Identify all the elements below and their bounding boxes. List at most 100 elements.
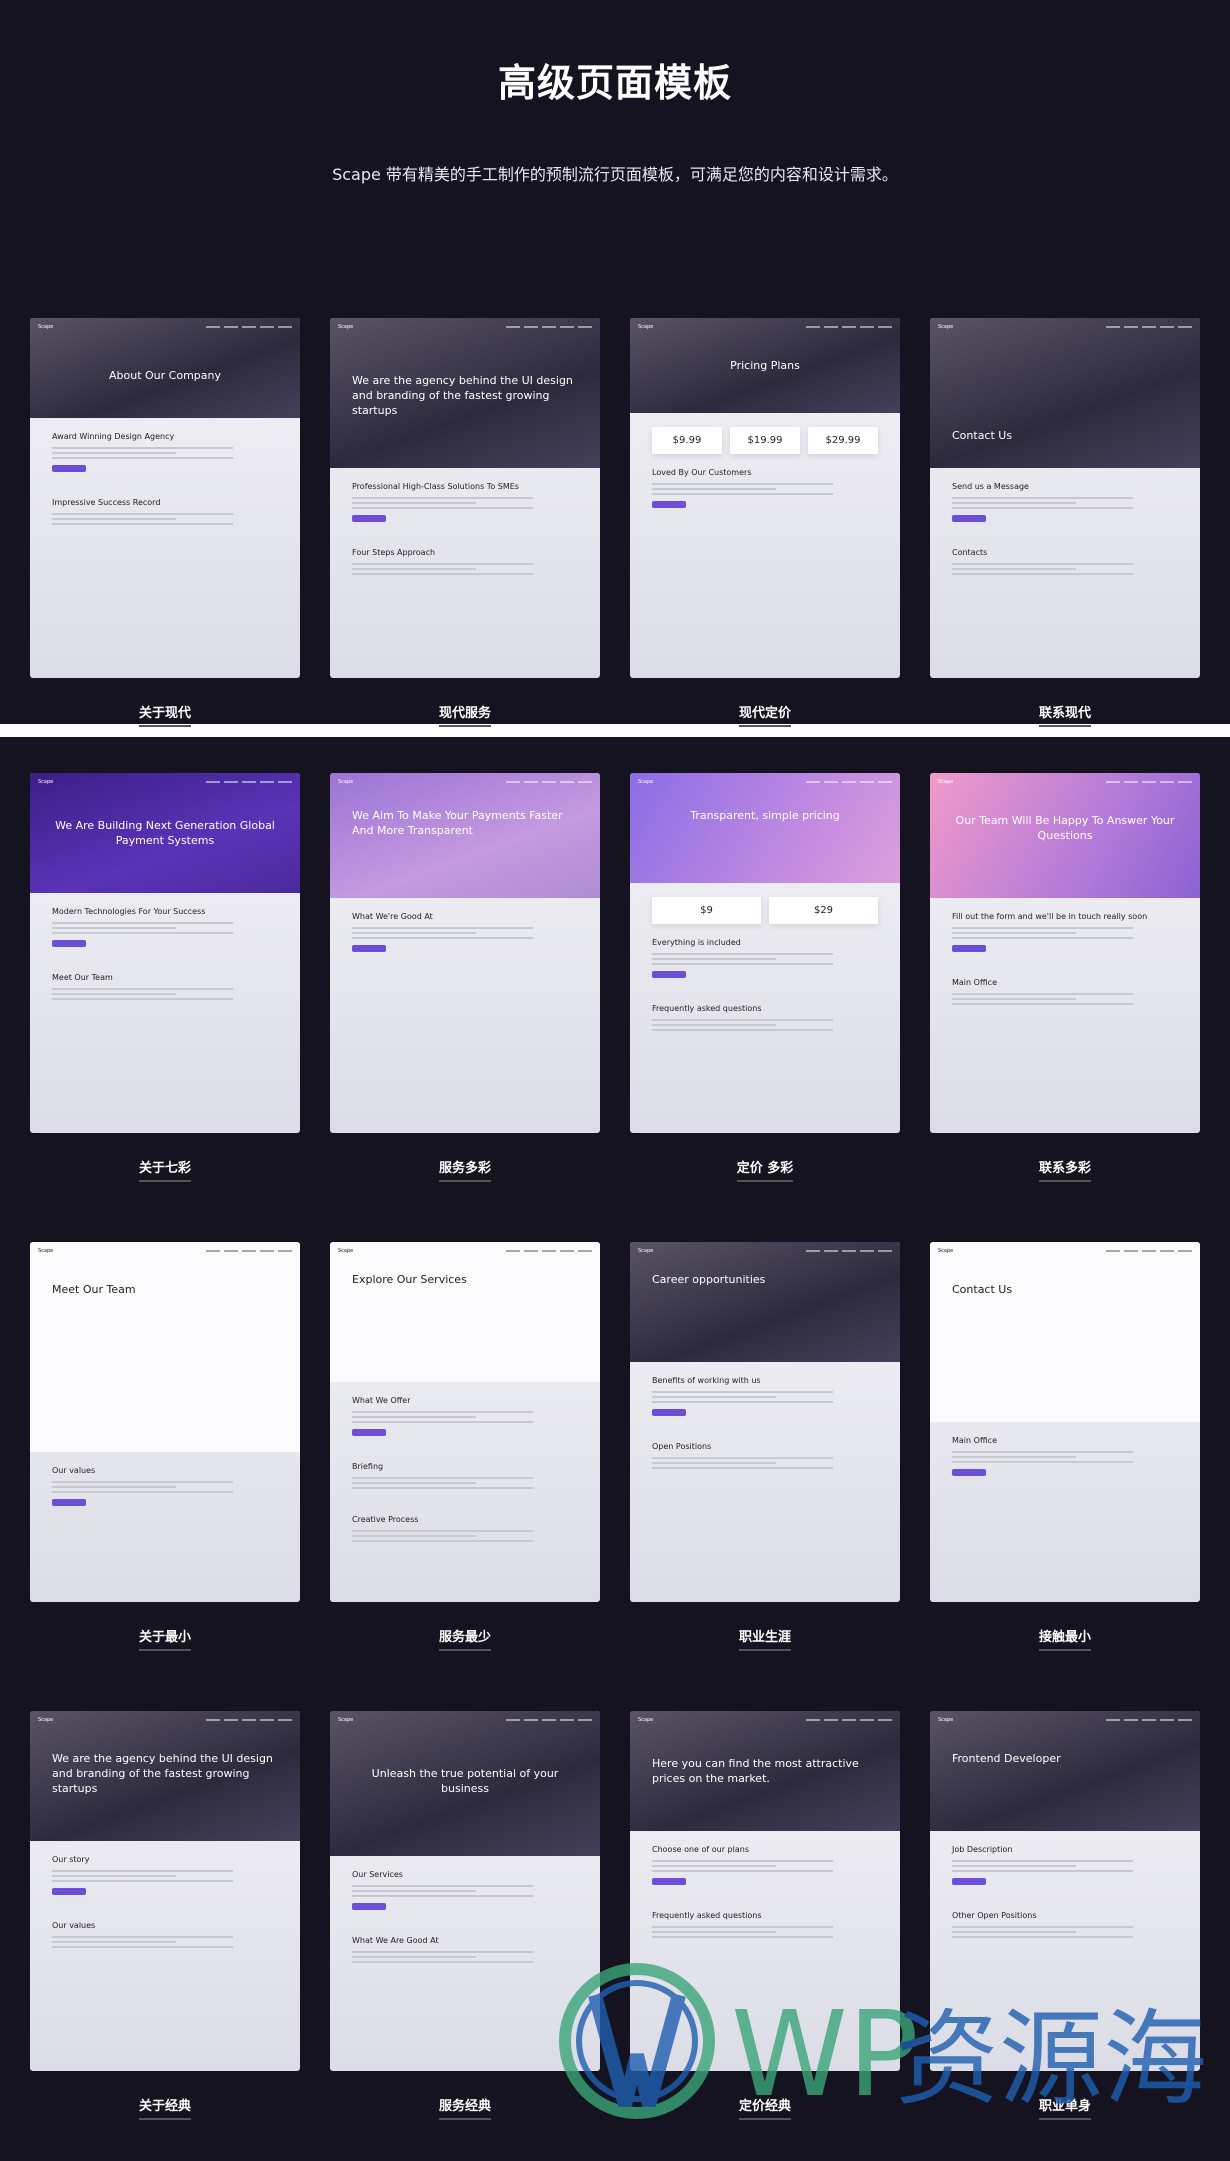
template-label-text[interactable]: 现代定价 xyxy=(738,702,791,727)
template-label[interactable]: 服务多彩 xyxy=(330,1157,600,1182)
nav-item xyxy=(1178,326,1192,328)
template-label[interactable]: 定价 多彩 xyxy=(630,1157,900,1182)
nav-item xyxy=(806,1719,820,1721)
thumbnail-hero: Scape We Are Building Next Generation Gl… xyxy=(30,773,300,893)
nav-item xyxy=(206,781,220,783)
template-label-text[interactable]: 职业单身 xyxy=(1038,2095,1091,2120)
section-heading: Impressive Success Record xyxy=(52,498,161,507)
template-label-text[interactable]: 关于七彩 xyxy=(138,1157,191,1182)
template-thumbnail[interactable]: Scape Explore Our Services What We Offer… xyxy=(330,1242,600,1602)
nav-item xyxy=(242,1719,256,1721)
section-heading: What We Are Good At xyxy=(352,1936,439,1945)
template-label-text[interactable]: 接触最小 xyxy=(1038,1626,1091,1651)
template-label[interactable]: 服务最少 xyxy=(330,1626,600,1651)
template-label[interactable]: 职业单身 xyxy=(930,2095,1200,2120)
thumbnail-logo: Scape xyxy=(938,779,954,785)
section-heading: Professional High-Class Solutions To SME… xyxy=(352,482,519,491)
template-label[interactable]: 现代服务 xyxy=(330,702,600,727)
template-label-text[interactable]: 定价 多彩 xyxy=(736,1157,794,1182)
thumbnail-headline: We Aim To Make Your Payments Faster And … xyxy=(352,809,563,837)
thumbnail-headline: Transparent, simple pricing xyxy=(690,809,840,822)
thumbnail-logo: Scape xyxy=(938,1717,954,1723)
thumbnail-body: $9.99 $19.99 $29.99 Loved By Our Customers xyxy=(630,413,900,678)
thumbnail-section: Open Positions xyxy=(652,1442,878,1469)
template-label-text[interactable]: 联系现代 xyxy=(1038,702,1091,727)
nav-item xyxy=(206,1719,220,1721)
thumbnail-hero: Scape We are the agency behind the UI de… xyxy=(330,318,600,468)
template-label[interactable]: 关于七彩 xyxy=(30,1157,300,1182)
template-label-text[interactable]: 服务经典 xyxy=(438,2095,491,2120)
thumbnail-section: Our Services xyxy=(352,1870,578,1910)
template-thumbnail[interactable]: Scape We Aim To Make Your Payments Faste… xyxy=(330,773,600,1133)
template-label[interactable]: 关于经典 xyxy=(30,2095,300,2120)
thumbnail-headline: We are the agency behind the UI design a… xyxy=(52,1752,273,1795)
thumbnail-section: Modern Technologies For Your Success xyxy=(52,907,278,947)
template-thumbnail[interactable]: Scape We are the agency behind the UI de… xyxy=(330,318,600,678)
template-thumbnail[interactable]: Scape Career opportunities Benefits of w… xyxy=(630,1242,900,1602)
template-label[interactable]: 定价经典 xyxy=(630,2095,900,2120)
thumbnail-section: Briefing xyxy=(352,1462,578,1489)
template-label[interactable]: 联系多彩 xyxy=(930,1157,1200,1182)
thumbnail-section: What We're Good At xyxy=(352,912,578,952)
template-label[interactable]: 现代定价 xyxy=(630,702,900,727)
template-label-text[interactable]: 服务多彩 xyxy=(438,1157,491,1182)
template-thumbnail[interactable]: Scape Unleash the true potential of your… xyxy=(330,1711,600,2071)
nav-item xyxy=(1142,781,1156,783)
template-label[interactable]: 服务经典 xyxy=(330,2095,600,2120)
nav-item xyxy=(842,1250,856,1252)
thumbnail-section: Main Office xyxy=(952,978,1178,1005)
template-label-text[interactable]: 定价经典 xyxy=(738,2095,791,2120)
thumbnail-body: Choose one of our plans Frequently asked … xyxy=(630,1831,900,2071)
thumbnail-nav: Scape xyxy=(338,1247,592,1255)
template-label[interactable]: 职业生涯 xyxy=(630,1626,900,1651)
template-thumbnail[interactable]: Scape Our Team Will Be Happy To Answer Y… xyxy=(930,773,1200,1133)
template-thumbnail[interactable]: Scape We Are Building Next Generation Gl… xyxy=(30,773,300,1133)
template-label-text[interactable]: 职业生涯 xyxy=(738,1626,791,1651)
thumbnail-body: $9 $29 Everything is included Frequently as… xyxy=(630,883,900,1133)
thumbnail-headline: Meet Our Team xyxy=(52,1283,136,1296)
template-thumbnail[interactable]: Scape Frontend Developer Job Description… xyxy=(930,1711,1200,2071)
template-label[interactable]: 关于最小 xyxy=(30,1626,300,1651)
template-label[interactable]: 接触最小 xyxy=(930,1626,1200,1651)
template-thumbnail[interactable]: Scape Transparent, simple pricing $9 $29 E… xyxy=(630,773,900,1133)
price-card: $29 xyxy=(769,897,878,924)
thumbnail-logo: Scape xyxy=(338,324,354,330)
nav-item xyxy=(542,781,556,783)
thumbnail-logo: Scape xyxy=(638,1717,654,1723)
section-heading: Four Steps Approach xyxy=(352,548,436,557)
template-label[interactable]: 关于现代 xyxy=(30,702,300,727)
nav-item xyxy=(842,1719,856,1721)
template-thumbnail[interactable]: Scape Here you can find the most attract… xyxy=(630,1711,900,2071)
thumbnail-hero: Scape Transparent, simple pricing xyxy=(630,773,900,883)
nav-item xyxy=(224,781,238,783)
template-thumbnail[interactable]: Scape Contact Us Send us a Message Contac… xyxy=(930,318,1200,678)
pricing-cards: $9.99 $19.99 $29.99 xyxy=(652,427,878,454)
section-heading: Our Services xyxy=(352,1870,403,1879)
section-heading: Main Office xyxy=(952,978,997,987)
template-thumbnail[interactable]: Scape Meet Our Team Our values xyxy=(30,1242,300,1602)
nav-item xyxy=(278,326,292,328)
nav-item xyxy=(260,1250,274,1252)
thumbnail-logo: Scape xyxy=(38,779,54,785)
thumbnail-button xyxy=(952,1469,986,1476)
nav-item xyxy=(206,1250,220,1252)
template-thumbnail[interactable]: Scape Pricing Plans $9.99 $19.99 $29.99 Lov… xyxy=(630,318,900,678)
template-thumbnail[interactable]: Scape Contact Us Main Office xyxy=(930,1242,1200,1602)
template-label-text[interactable]: 现代服务 xyxy=(438,702,491,727)
template-label-text[interactable]: 服务最少 xyxy=(438,1626,491,1651)
template-thumbnail[interactable]: Scape We are the agency behind the UI de… xyxy=(30,1711,300,2071)
template-label[interactable]: 联系现代 xyxy=(930,702,1200,727)
template-thumbnail[interactable]: Scape About Our Company Award Winning De… xyxy=(30,318,300,678)
page-subtitle: Scape 带有精美的手工制作的预制流行页面模板，可满足您的内容和设计需求。 xyxy=(332,165,898,184)
template-label-text[interactable]: 联系多彩 xyxy=(1038,1157,1091,1182)
thumbnail-nav: Scape xyxy=(938,778,1192,786)
template-label-text[interactable]: 关于经典 xyxy=(138,2095,191,2120)
thumbnail-logo: Scape xyxy=(638,779,654,785)
section-heading: Fill out the form and we'll be in touch … xyxy=(952,912,1148,921)
thumbnail-hero: Scape We Aim To Make Your Payments Faste… xyxy=(330,773,600,898)
nav-item xyxy=(1142,1250,1156,1252)
template-label-text[interactable]: 关于现代 xyxy=(138,702,191,727)
template-label-text[interactable]: 关于最小 xyxy=(138,1626,191,1651)
thumbnail-headline: About Our Company xyxy=(109,369,221,382)
nav-item xyxy=(278,781,292,783)
